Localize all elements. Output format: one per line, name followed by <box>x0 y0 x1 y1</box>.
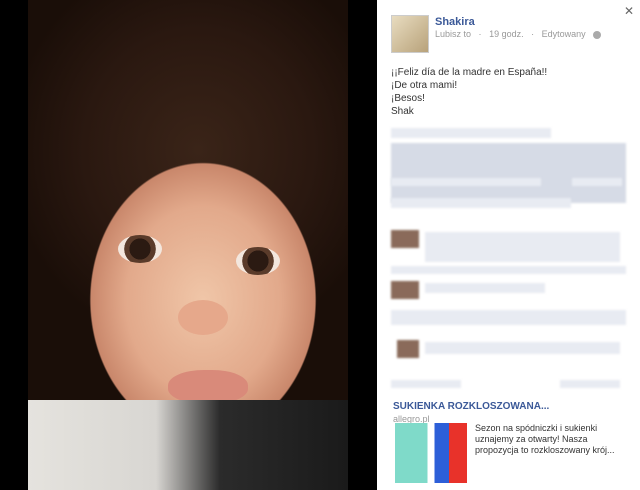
avatar[interactable] <box>391 15 429 53</box>
ad-image[interactable] <box>395 423 467 483</box>
ad-description[interactable]: Sezon na spódniczki i sukienki uznajemy … <box>475 423 625 456</box>
photo-detail <box>168 370 248 404</box>
photo-detail <box>178 300 228 335</box>
separator: · <box>478 29 482 39</box>
obscured-content <box>391 198 571 208</box>
edited-label[interactable]: Edytowany <box>542 29 586 39</box>
separator: · <box>531 29 535 39</box>
photo-detail <box>236 247 280 275</box>
post-line: ¡¡Feliz día de la madre en España!! <box>391 67 548 78</box>
obscured-content <box>425 232 620 262</box>
close-icon[interactable]: ✕ <box>624 4 634 18</box>
obscured-content <box>391 143 626 203</box>
obscured-avatar <box>391 281 419 299</box>
obscured-content <box>425 283 545 293</box>
ad-title[interactable]: SUKIENKA ROZKLOSZOWANA... <box>393 401 549 412</box>
obscured-content <box>391 178 541 186</box>
post-meta: Lubisz to · 19 godz. · Edytowany <box>435 29 606 39</box>
obscured-avatar <box>391 230 419 248</box>
obscured-content <box>560 380 620 388</box>
like-link[interactable]: Lubisz to <box>435 29 471 39</box>
globe-icon[interactable] <box>593 30 602 39</box>
obscured-content <box>425 342 620 354</box>
photo-stage <box>0 0 377 490</box>
post-text: ¡¡Feliz día de la madre en España!! ¡De … <box>391 66 621 118</box>
obscured-content <box>391 128 551 138</box>
post-line: ¡Besos! <box>391 93 425 104</box>
obscured-content <box>572 178 622 186</box>
post-line: ¡De otra mami! <box>391 80 458 91</box>
photo[interactable] <box>28 0 348 490</box>
obscured-avatar <box>397 340 419 358</box>
post-line: Shak <box>391 106 414 117</box>
photo-detail <box>118 235 162 263</box>
obscured-content <box>391 380 461 388</box>
timestamp[interactable]: 19 godz. <box>489 29 524 39</box>
post-panel: ✕ Shakira Lubisz to · 19 godz. · Edytowa… <box>377 0 640 490</box>
photo-detail <box>28 400 348 490</box>
obscured-content <box>391 310 626 325</box>
obscured-content <box>391 266 626 274</box>
author-name[interactable]: Shakira <box>435 16 475 28</box>
